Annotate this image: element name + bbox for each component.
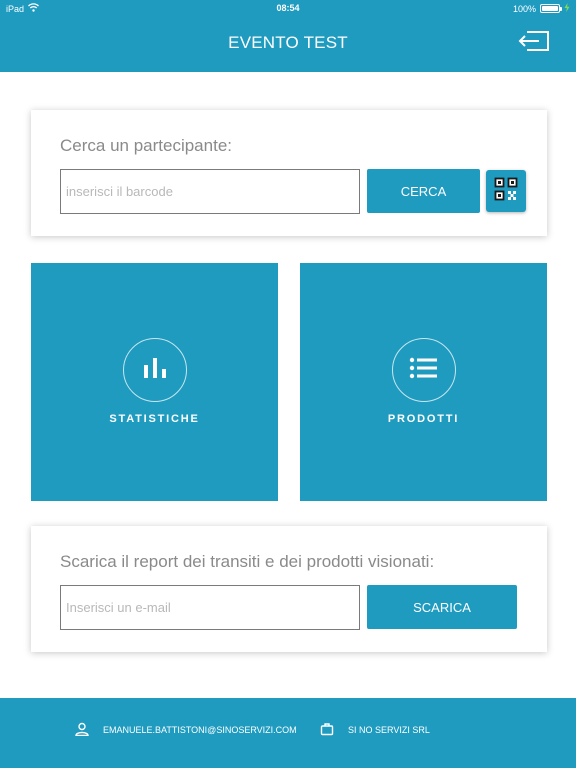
- barcode-input[interactable]: [60, 169, 360, 214]
- statistics-tile[interactable]: STATISTICHE: [31, 263, 278, 501]
- search-button[interactable]: CERCA: [367, 169, 480, 213]
- battery-fill: [542, 6, 558, 11]
- list-icon: [409, 356, 439, 385]
- user-icon: [75, 722, 89, 738]
- report-card: Scarica il report dei transiti e dei pro…: [31, 526, 547, 652]
- status-bar: iPad 08:54 100%: [0, 0, 576, 16]
- qr-scan-button[interactable]: [486, 170, 526, 212]
- logout-icon: [517, 29, 551, 58]
- briefcase-icon: [320, 722, 334, 738]
- battery-icon: [540, 4, 562, 13]
- status-right: 100%: [513, 3, 570, 14]
- qr-code-icon: [494, 177, 518, 206]
- products-tile[interactable]: PRODOTTI: [300, 263, 547, 501]
- status-time: 08:54: [276, 3, 300, 13]
- footer: EMANUELE.BATTISTONI@SINOSERVIZI.COM SI N…: [0, 698, 576, 768]
- company-name: SI NO SERVIZI SRL: [348, 725, 430, 735]
- footer-user: EMANUELE.BATTISTONI@SINOSERVIZI.COM: [75, 722, 297, 738]
- battery-percent: 100%: [512, 3, 536, 14]
- report-title: Scarica il report dei transiti e dei pro…: [60, 552, 435, 571]
- statistics-label: STATISTICHE: [109, 413, 200, 425]
- email-input[interactable]: [60, 585, 360, 630]
- products-label: PRODOTTI: [387, 413, 460, 425]
- products-icon-circle: [392, 338, 456, 402]
- page-title: EVENTO TEST: [228, 33, 348, 52]
- bar-chart-icon: [142, 356, 168, 385]
- search-card: Cerca un partecipante: CERCA: [31, 110, 547, 236]
- download-button[interactable]: SCARICA: [367, 585, 517, 629]
- statistics-icon-circle: [123, 338, 187, 402]
- search-title: Cerca un partecipante:: [60, 136, 232, 155]
- charging-icon: [564, 3, 570, 14]
- header-bar: EVENTO TEST: [0, 16, 576, 72]
- footer-company: SI NO SERVIZI SRL: [320, 722, 430, 738]
- logout-button[interactable]: [516, 28, 552, 58]
- user-email: EMANUELE.BATTISTONI@SINOSERVIZI.COM: [103, 725, 297, 735]
